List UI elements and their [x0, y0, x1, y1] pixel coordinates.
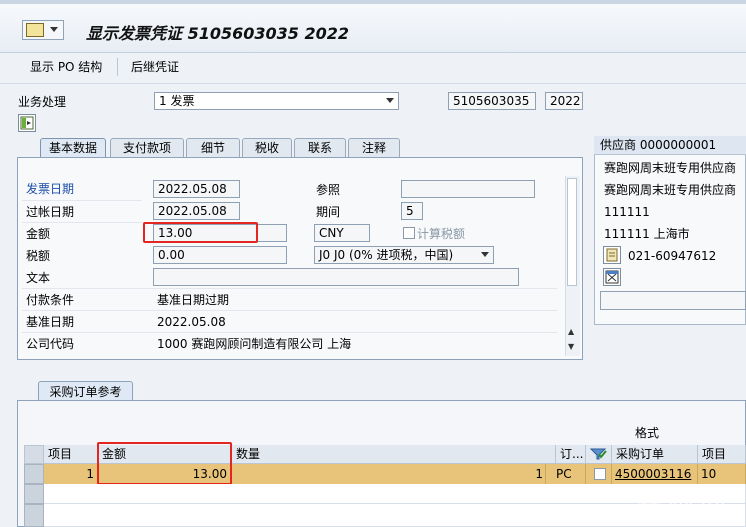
text-label: 文本	[26, 271, 51, 285]
transaction-label: 业务处理	[18, 95, 67, 109]
scroll-down-icon[interactable]: ▼	[568, 342, 574, 351]
company-code-value: 1000 赛跑网顾问制造有限公司 上海	[157, 337, 352, 351]
baseline-date-label: 基准日期	[26, 315, 75, 329]
vendor-phone: 021-60947612	[628, 249, 717, 263]
vendor-name-2: 赛跑网周末班专用供应商	[604, 183, 737, 197]
display-po-structure-button[interactable]: 显示 PO 结构	[26, 58, 106, 76]
cell-po-item: 10	[698, 464, 746, 484]
system-menu-button[interactable]	[22, 20, 64, 40]
application-toolbar	[0, 53, 746, 84]
column-header-quantity[interactable]: 数量	[232, 445, 556, 464]
transaction-value: 1 发票	[159, 94, 195, 108]
vendor-city: 111111 上海市	[604, 227, 690, 241]
reference-field[interactable]	[401, 180, 535, 198]
currency-field[interactable]: CNY	[314, 224, 370, 242]
column-header-status[interactable]	[586, 445, 612, 464]
vendor-extra-field[interactable]	[600, 291, 746, 310]
fiscal-year-field[interactable]: 2022	[545, 92, 583, 110]
row-divider	[22, 310, 557, 311]
chevron-down-icon	[50, 27, 58, 32]
layout-label: 格式	[635, 426, 660, 440]
column-header-po-item[interactable]: 项目	[698, 445, 746, 464]
vendor-header: 供应商 0000000001	[600, 138, 717, 152]
payment-terms-label: 付款条件	[26, 293, 75, 307]
column-header-order-unit[interactable]: 订...	[556, 445, 586, 464]
row-divider	[22, 288, 557, 289]
document-number-field[interactable]: 5105603035	[448, 92, 536, 110]
tab-notes[interactable]: 注释	[348, 138, 400, 157]
chevron-down-icon	[386, 98, 394, 103]
cell-item: 1	[44, 464, 98, 484]
tax-code-dropdown[interactable]: J0 J0 (0% 进项税，中国)	[314, 246, 494, 264]
posting-date-label: 过帐日期	[26, 205, 75, 219]
row-selector[interactable]	[24, 464, 44, 484]
invoice-date-label: 发票日期	[26, 182, 75, 196]
row-divider	[22, 200, 142, 201]
payment-terms-value: 基准日期过期	[157, 293, 230, 307]
company-code-label: 公司代码	[26, 337, 75, 351]
calculate-tax-label: 计算税额	[417, 227, 466, 241]
table-select-all[interactable]	[24, 445, 44, 464]
toggle-header-button[interactable]	[18, 114, 36, 132]
scrollbar-thumb[interactable]	[567, 178, 577, 286]
toolbar-separator	[117, 58, 118, 76]
vendor-postcode: 111111	[604, 205, 650, 219]
tab-tax[interactable]: 税收	[242, 138, 292, 157]
watermark: 赛跑网	[635, 490, 732, 520]
tax-amount-label: 税额	[26, 249, 51, 263]
tax-code-value: J0 J0 (0% 进项税，中国)	[319, 248, 454, 262]
tab-details[interactable]: 细节	[186, 138, 240, 157]
text-field[interactable]	[153, 268, 519, 286]
form-icon	[605, 270, 619, 284]
scroll-up-icon[interactable]: ▲	[568, 327, 574, 336]
chevron-down-icon	[481, 252, 489, 257]
address-book-icon	[606, 248, 618, 262]
header-toggle-icon	[20, 116, 34, 130]
tab-basic-data[interactable]: 基本数据	[40, 138, 106, 157]
amount-label: 金额	[26, 227, 51, 241]
vendor-print-button[interactable]	[603, 268, 621, 286]
invoice-date-field[interactable]: 2022.05.08	[153, 180, 240, 198]
row-divider	[22, 332, 557, 333]
reference-label: 参照	[316, 183, 341, 197]
vendor-name-1: 赛跑网周末班专用供应商	[604, 161, 737, 175]
column-header-item[interactable]: 项目	[44, 445, 98, 464]
amount-annotation-box	[143, 222, 258, 243]
transaction-dropdown[interactable]: 1 发票	[154, 92, 399, 110]
subsequent-document-button[interactable]: 后继凭证	[127, 58, 183, 76]
tab-contact[interactable]: 联系	[294, 138, 346, 157]
period-label: 期间	[316, 205, 341, 219]
tab-po-reference[interactable]: 采购订单参考	[38, 381, 133, 401]
column-header-po[interactable]: 采购订单	[612, 445, 698, 464]
tab-payment[interactable]: 支付款项	[110, 138, 184, 157]
cell-order-unit: PC	[546, 464, 586, 484]
menu-icon	[26, 23, 44, 37]
row-selector[interactable]	[24, 484, 44, 504]
amount-column-annotation-box	[97, 442, 232, 485]
calculate-tax-checkbox[interactable]	[403, 227, 415, 239]
tax-amount-field[interactable]: 0.00	[153, 246, 287, 264]
row-divider	[22, 222, 142, 223]
posting-date-field[interactable]: 2022.05.08	[153, 202, 240, 220]
row-selector[interactable]	[24, 504, 44, 527]
row-checkbox[interactable]	[594, 468, 606, 480]
filter-check-icon	[589, 448, 607, 460]
page-title: 显示发票凭证 5105603035 2022	[86, 24, 350, 43]
baseline-date-value: 2022.05.08	[157, 315, 226, 329]
vendor-details-button[interactable]	[603, 246, 621, 264]
cell-quantity[interactable]: 1	[232, 464, 546, 484]
period-field[interactable]: 5	[401, 202, 423, 220]
cell-po-number[interactable]: 4500003116	[612, 464, 698, 484]
